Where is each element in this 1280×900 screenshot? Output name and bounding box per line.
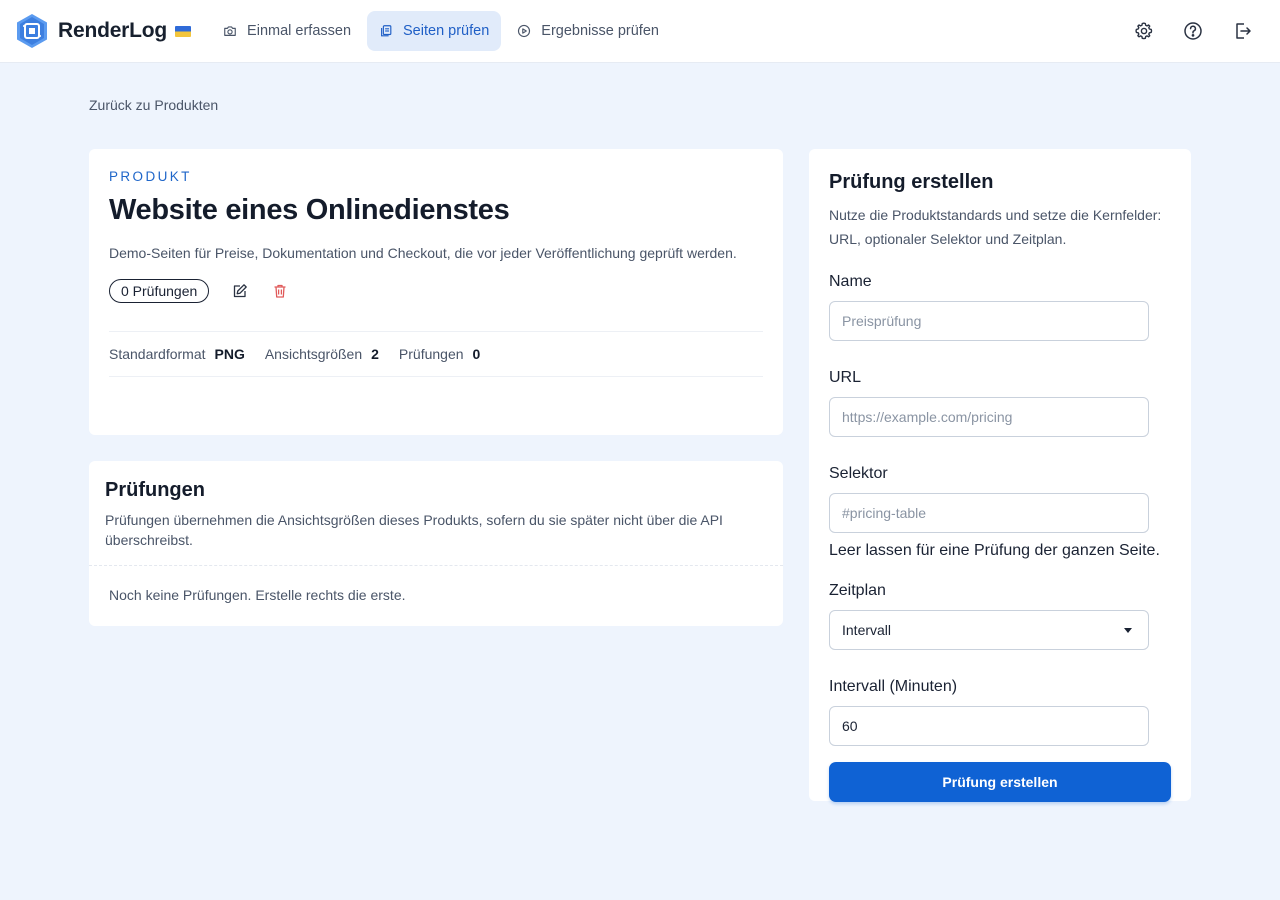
product-description: Demo-Seiten für Preise, Dokumentation un… <box>109 245 737 261</box>
url-input[interactable] <box>829 397 1149 437</box>
name-label: Name <box>829 273 872 290</box>
logout-icon <box>1236 23 1251 39</box>
checks-empty-state: Noch keine Prüfungen. Erstelle rechts di… <box>109 587 406 603</box>
product-actions: 0 Prüfungen <box>109 279 763 303</box>
nav-item-ergebnisse-pruefen[interactable]: Ergebnisse prüfen <box>505 11 671 51</box>
interval-input[interactable] <box>829 706 1149 746</box>
delete-product-button[interactable] <box>271 282 289 300</box>
url-label: URL <box>829 369 862 386</box>
schedule-selected-value: Intervall <box>842 622 892 638</box>
meta-default-format: Standardformat PNG <box>109 346 245 362</box>
meta-checks: Prüfungen 0 <box>399 346 480 362</box>
edit-product-button[interactable] <box>231 282 249 300</box>
caret-down-icon <box>1124 627 1132 633</box>
nav-item-label: Seiten prüfen <box>403 23 490 39</box>
create-check-button[interactable]: Prüfung erstellen <box>829 762 1171 802</box>
selector-input[interactable] <box>829 493 1149 533</box>
meta-label: Prüfungen <box>398 346 464 362</box>
product-title: Website eines Onlinedienstes <box>109 194 510 226</box>
header-actions <box>1107 19 1254 43</box>
selector-label: Selektor <box>829 465 888 482</box>
create-check-form: Prüfung erstellen Nutze die Produktstand… <box>809 149 1191 802</box>
product-meta: Standardformat PNG Ansichtsgrößen 2 Prüf… <box>109 331 763 377</box>
help-button[interactable] <box>1181 19 1205 43</box>
play-circle-icon <box>518 24 531 38</box>
name-input[interactable] <box>829 301 1149 341</box>
logout-button[interactable] <box>1230 19 1254 43</box>
back-to-products-link[interactable]: Zurück zu Produkten <box>89 97 218 113</box>
meta-value: 2 <box>371 346 379 362</box>
meta-label: Standardformat <box>109 346 206 362</box>
brand[interactable]: RenderLog <box>16 13 192 49</box>
renderlog-logo-icon <box>17 14 47 48</box>
checks-card: Prüfungen Prüfungen übernehmen die Ansic… <box>89 461 783 626</box>
main-nav: Einmal erfassen Seiten prüfen Ergebnisse… <box>211 11 671 51</box>
nav-item-seiten-pruefen[interactable]: Seiten prüfen <box>367 11 502 51</box>
trash-icon <box>274 284 286 298</box>
top-bar: RenderLog Einmal erfassen Seiten prüfen <box>0 0 1280 63</box>
checks-description: Prüfungen übernehmen die Ansichtsgrößen … <box>105 512 723 548</box>
help-circle-icon <box>1184 22 1202 40</box>
meta-label: Ansichtsgrößen <box>264 346 363 362</box>
form-description: Nutze die Produktstandards und setze die… <box>829 207 1162 247</box>
form-title: Prüfung erstellen <box>829 171 994 193</box>
gear-icon <box>1135 22 1153 40</box>
meta-value: PNG <box>214 346 245 362</box>
brand-name: RenderLog <box>58 19 168 42</box>
schedule-select[interactable]: Intervall <box>829 610 1149 650</box>
copy-pages-icon <box>381 25 392 37</box>
interval-label: Intervall (Minuten) <box>829 678 958 695</box>
ukraine-flag-icon <box>175 25 192 37</box>
checks-header: Prüfungen Prüfungen übernehmen die Ansic… <box>89 461 783 566</box>
settings-button[interactable] <box>1132 19 1156 43</box>
selector-hint: Leer lassen für eine Prüfung der ganzen … <box>829 542 1160 559</box>
schedule-label: Zeitplan <box>829 582 886 599</box>
product-eyebrow: PRODUKT <box>109 169 192 184</box>
nav-item-label: Einmal erfassen <box>247 23 352 39</box>
checks-count-badge: 0 Prüfungen <box>109 279 210 303</box>
checks-title: Prüfungen <box>105 479 205 501</box>
edit-icon <box>234 284 248 298</box>
nav-item-einmal-erfassen[interactable]: Einmal erfassen <box>211 11 363 51</box>
nav-item-label: Ergebnisse prüfen <box>541 23 659 39</box>
meta-viewport-sizes: Ansichtsgrößen 2 <box>265 346 379 362</box>
camera-icon <box>224 26 236 36</box>
meta-value: 0 <box>472 346 481 362</box>
product-card: PRODUKT Website eines Onlinedienstes Dem… <box>89 149 783 435</box>
